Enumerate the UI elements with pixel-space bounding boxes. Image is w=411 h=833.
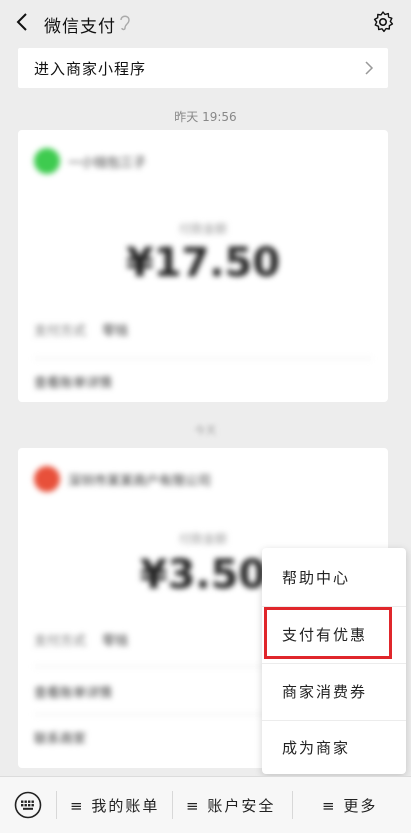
amount-value: ¥17.50 [125,240,281,286]
amount-caption: 付款金额 [178,222,227,236]
bottom-divider [292,791,293,819]
merchant-avatar [34,148,60,174]
merchant-avatar [34,466,60,492]
bottom-divider [56,791,57,819]
bottom-menu-bar: ≡ 我的账单 ≡ 账户安全 ≡ 更多 [0,776,411,833]
mini-program-label: 进入商家小程序 [34,60,147,78]
amount-caption: 付款金额 [178,532,227,546]
merchant-name: 深圳市某某商户有限公司 [68,474,212,489]
merchant-name: 一小钱包三子 [68,156,147,171]
highlight-box [264,607,392,659]
enter-mini-program-row[interactable]: 进入商家小程序 [18,48,388,88]
message-timestamp: 昨天 19:56 [174,110,237,124]
bill-details-link[interactable]: 查看账单详情 [34,682,112,701]
transaction-card[interactable]: 一小钱包三子 付款金额 ¥17.50 支付方式 零钱 查看账单详情 [18,130,388,402]
payment-method-value: 零钱 [102,324,129,339]
page-title: 微信支付 [44,17,116,37]
gear-icon[interactable] [371,10,395,34]
menu-item-become-merchant[interactable]: 成为商家 [262,720,406,776]
menu-item-help-center[interactable]: 帮助中心 [262,550,406,606]
bill-details-link[interactable]: 查看账单详情 [34,372,112,391]
divider [34,358,372,359]
top-nav-bar: 微信支付 [0,0,411,46]
chevron-right-icon [365,61,374,75]
menu-item-merchant-coupons[interactable]: 商家消费券 [262,664,406,720]
payment-method-label: 支付方式 [34,324,87,339]
tab-account-security[interactable]: ≡ 账户安全 [186,795,275,816]
keyboard-icon[interactable] [14,791,42,819]
tab-my-bills[interactable]: ≡ 我的账单 [70,795,159,816]
more-menu-popup: 帮助中心 支付有优惠 商家消费券 成为商家 [262,548,406,774]
bottom-divider [172,791,173,819]
back-chevron-icon[interactable] [12,11,34,33]
ear-icon[interactable] [118,12,132,32]
payment-method-label: 支付方式 [34,634,87,649]
payment-method-row: 支付方式 零钱 [34,630,128,649]
contact-merchant-link[interactable]: 联系商家 [34,728,86,747]
payment-method-value: 零钱 [102,634,129,649]
tab-more[interactable]: ≡ 更多 [322,795,377,816]
payment-method-row: 支付方式 零钱 [34,320,128,339]
date-separator: 今天 [194,424,217,437]
